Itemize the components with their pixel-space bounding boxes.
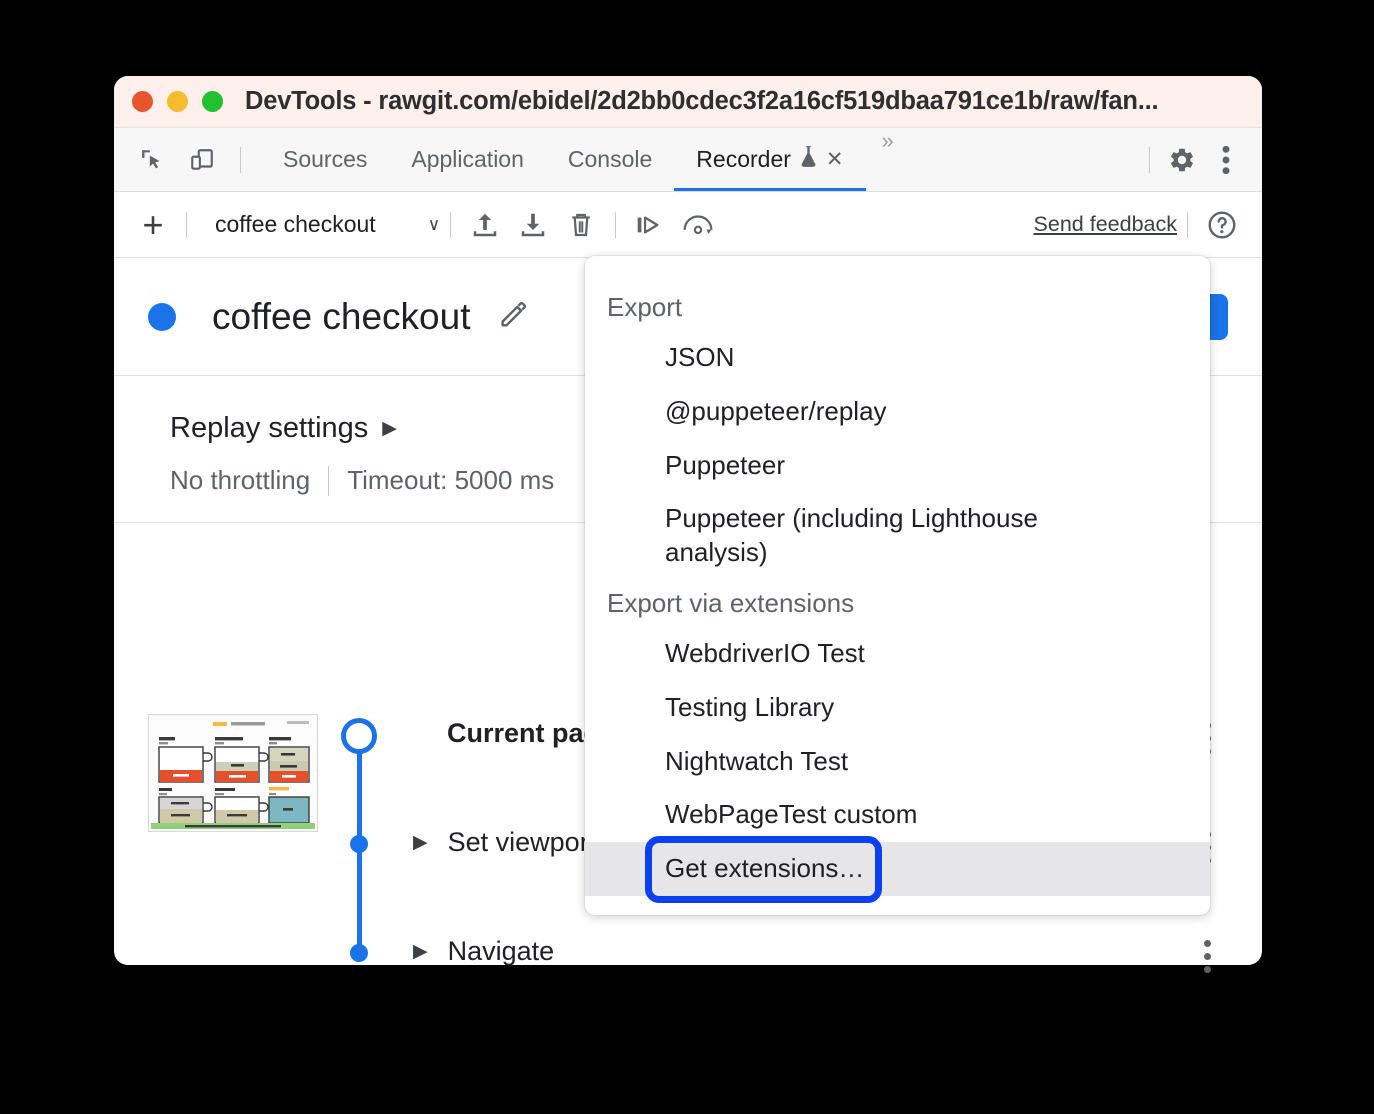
- more-tabs-chevron-icon[interactable]: »: [866, 128, 910, 191]
- device-toolbar-icon[interactable]: [180, 138, 224, 182]
- menu-item-get-extensions[interactable]: Get extensions…: [585, 842, 1210, 896]
- step-node-set-viewport[interactable]: [350, 835, 368, 853]
- devtools-tabbar-left-icons: [114, 138, 251, 182]
- inspect-element-icon[interactable]: [130, 138, 174, 182]
- step-set-viewport-label: Set viewport: [447, 827, 597, 857]
- performance-replay-icon[interactable]: [674, 202, 722, 248]
- window-traffic-lights: [132, 91, 223, 112]
- export-recording-icon[interactable]: [461, 202, 509, 248]
- step-navigate[interactable]: ▶ Navigate: [413, 936, 554, 967]
- new-recording-button[interactable]: +: [130, 202, 176, 248]
- tab-console[interactable]: Console: [546, 128, 674, 191]
- steps-timeline-line: [357, 752, 362, 954]
- more-options-kebab-icon[interactable]: [1204, 138, 1248, 182]
- export-dropdown-menu: Export JSON @puppeteer/replay Puppeteer …: [585, 256, 1210, 915]
- tab-application-label: Application: [411, 146, 524, 172]
- chevron-down-icon[interactable]: ∨: [428, 215, 440, 235]
- page-screenshot-thumbnail: [148, 714, 318, 832]
- window-bottom-edge: [114, 955, 1262, 965]
- tab-recorder[interactable]: Recorder ✕: [674, 128, 866, 191]
- menu-item-webpagetest-custom[interactable]: WebPageTest custom: [585, 788, 1210, 842]
- tab-console-label: Console: [567, 146, 653, 172]
- menu-group-export-label: Export: [607, 292, 683, 322]
- tab-sources-label: Sources: [283, 146, 368, 172]
- step-node-current-page[interactable]: [341, 718, 377, 754]
- step-node-navigate[interactable]: [350, 944, 368, 962]
- pencil-edit-icon[interactable]: [497, 297, 531, 336]
- delete-recording-icon[interactable]: [557, 202, 605, 248]
- send-feedback-link[interactable]: Send feedback: [1034, 212, 1177, 237]
- devtools-tabbar: Sources Application Console Recorder ✕ »: [114, 128, 1262, 192]
- menu-item-puppeteer[interactable]: Puppeteer: [585, 439, 1210, 493]
- devtools-tabbar-right: [1139, 138, 1262, 182]
- recording-title: coffee checkout: [212, 295, 471, 337]
- step-navigate-label: Navigate: [447, 936, 555, 966]
- summary-divider: [328, 465, 330, 496]
- menu-item-puppeteer-lighthouse[interactable]: Puppeteer (including Lighthouse analysis…: [585, 492, 1210, 580]
- tabbar-divider: [240, 146, 241, 173]
- help-circle-icon[interactable]: [1198, 202, 1246, 248]
- tab-application[interactable]: Application: [389, 128, 546, 191]
- recorder-toolbar-divider-2: [450, 211, 452, 238]
- maximize-window-button[interactable]: [202, 91, 223, 112]
- step-set-viewport[interactable]: ▶ Set viewport: [413, 827, 596, 858]
- recording-status-dot: [148, 302, 176, 331]
- close-window-button[interactable]: [132, 91, 153, 112]
- menu-group-extensions-label: Export via extensions: [607, 587, 855, 618]
- window-title: DevTools - rawgit.com/ebidel/2d2bb0cdec3…: [245, 87, 1159, 115]
- recorder-toolbar-divider-1: [186, 211, 187, 238]
- menu-item-nightwatch-test[interactable]: Nightwatch Test: [585, 735, 1210, 789]
- throttling-value: No throttling: [170, 465, 311, 495]
- recorder-toolbar-divider-4: [1187, 211, 1188, 238]
- import-recording-icon[interactable]: [509, 202, 557, 248]
- recording-selector-value[interactable]: coffee checkout: [215, 211, 376, 238]
- tab-sources[interactable]: Sources: [261, 128, 389, 191]
- menu-item-webdriverio-test[interactable]: WebdriverIO Test: [585, 627, 1210, 681]
- menu-item-json[interactable]: JSON: [585, 331, 1210, 385]
- expander-triangle-icon: ▶: [382, 418, 397, 439]
- expander-triangle-icon[interactable]: ▶: [413, 940, 428, 963]
- recorder-toolbar-divider-3: [615, 211, 617, 238]
- step-options-kebab-icon[interactable]: [1203, 940, 1211, 973]
- devtools-tab-list: Sources Application Console Recorder ✕ »: [261, 128, 910, 191]
- settings-gear-icon[interactable]: [1160, 138, 1204, 182]
- recorder-toolbar: + coffee checkout ∨ Send feedback: [114, 192, 1262, 258]
- close-recorder-tab-icon[interactable]: ✕: [826, 149, 844, 170]
- menu-item-puppeteer-replay[interactable]: @puppeteer/replay: [585, 385, 1210, 439]
- tab-recorder-label: Recorder: [696, 146, 791, 172]
- screenshot-root: DevTools - rawgit.com/ebidel/2d2bb0cdec3…: [0, 0, 1374, 1114]
- minimize-window-button[interactable]: [167, 91, 188, 112]
- timeout-value: Timeout: 5000 ms: [347, 465, 555, 495]
- window-titlebar: DevTools - rawgit.com/ebidel/2d2bb0cdec3…: [114, 76, 1262, 128]
- replay-settings-label: Replay settings: [170, 412, 369, 444]
- expander-triangle-icon[interactable]: ▶: [413, 831, 428, 854]
- menu-item-testing-library[interactable]: Testing Library: [585, 681, 1210, 735]
- step-by-step-replay-icon[interactable]: [626, 202, 674, 248]
- experimental-flask-icon: [799, 145, 818, 174]
- tabbar-right-divider: [1149, 146, 1150, 173]
